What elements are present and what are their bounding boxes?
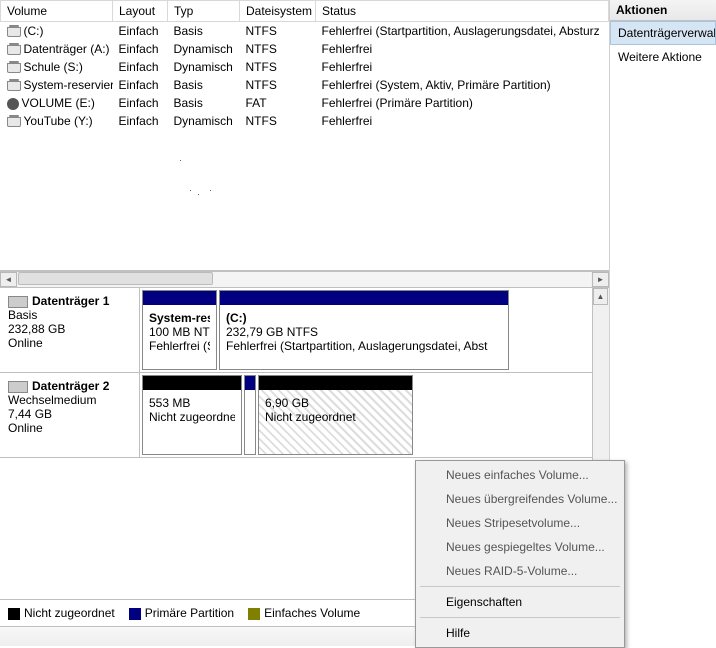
disk-row: Datenträger 1Basis232,88 GBOnlineSystem-… [0,288,592,373]
disk-icon [8,381,28,393]
col-layout[interactable]: Layout [113,1,168,22]
volume-row[interactable]: Datenträger (A:)EinfachDynamischNTFSFehl… [1,40,609,58]
drive-icon [7,63,21,73]
context-menu-item: Neues einfaches Volume... [418,463,622,487]
horizontal-scrollbar[interactable]: ◄ ► [0,271,609,288]
volume-row[interactable]: YouTube (Y:)EinfachDynamischNTFSFehlerfr… [1,112,609,130]
disk-info[interactable]: Datenträger 2Wechselmedium7,44 GBOnline [0,373,140,457]
context-menu-help[interactable]: Hilfe [418,621,622,645]
col-status[interactable]: Status [316,1,609,22]
drive-icon [7,45,21,55]
volume-row[interactable]: (C:)EinfachBasisNTFSFehlerfrei (Startpar… [1,22,609,41]
partition[interactable]: 1 [244,375,256,455]
disk-icon [8,296,28,308]
actions-item-more[interactable]: Weitere Aktione [610,45,716,69]
legend-swatch-unalloc [8,608,20,620]
context-menu-item: Neues übergreifendes Volume... [418,487,622,511]
drive-icon [7,117,21,127]
context-menu-item: Neues gespiegeltes Volume... [418,535,622,559]
actions-panel: Aktionen Datenträgerverwaltu Weitere Akt… [610,0,716,646]
legend-swatch-simple [248,608,260,620]
volume-table: Volume Layout Typ Dateisystem Status (C:… [0,0,609,271]
actions-header: Aktionen [610,0,716,21]
context-menu-item: Neues Stripesetvolume... [418,511,622,535]
legend-swatch-primary [129,608,141,620]
disk-info[interactable]: Datenträger 1Basis232,88 GBOnline [0,288,140,372]
partition-header [245,376,255,390]
volume-row[interactable]: Schule (S:)EinfachDynamischNTFSFehlerfre… [1,58,609,76]
partition[interactable]: 6,90 GBNicht zugeordnet [258,375,413,455]
col-volume[interactable]: Volume [1,1,113,22]
scroll-up-icon[interactable]: ▲ [593,288,608,305]
partition-header [220,291,508,305]
col-typ[interactable]: Typ [168,1,240,22]
volume-row[interactable]: System-reserviertEinfachBasisNTFSFehlerf… [1,76,609,94]
partition-header [143,291,216,305]
context-menu-properties[interactable]: Eigenschaften [418,590,622,614]
context-menu: Neues einfaches Volume...Neues übergreif… [415,460,625,648]
drive-icon [7,81,21,91]
scroll-right-icon[interactable]: ► [592,272,609,287]
partition-header [259,376,412,390]
actions-item-diskmgmt[interactable]: Datenträgerverwaltu [610,21,716,45]
context-menu-item: Neues RAID-5-Volume... [418,559,622,583]
partition[interactable]: (C:)232,79 GB NTFSFehlerfrei (Startparti… [219,290,509,370]
drive-icon [7,27,21,37]
partition[interactable]: System-reservi100 MB NTFSFehlerfrei (Sys… [142,290,217,370]
scroll-left-icon[interactable]: ◄ [0,272,17,287]
drive-icon [7,98,19,110]
col-dateisystem[interactable]: Dateisystem [240,1,316,22]
partition-header [143,376,241,390]
disk-row: Datenträger 2Wechselmedium7,44 GBOnline5… [0,373,592,458]
partition[interactable]: 553 MBNicht zugeordne [142,375,242,455]
volume-row[interactable]: VOLUME (E:)EinfachBasisFATFehlerfrei (Pr… [1,94,609,112]
